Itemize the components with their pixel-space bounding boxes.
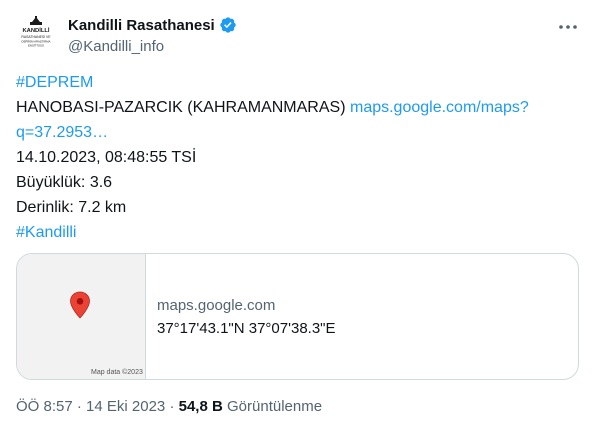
card-domain: maps.google.com: [157, 297, 276, 314]
maps-link-part1[interactable]: maps.google.com/maps?: [350, 99, 529, 116]
map-credit: Map data ©2023: [91, 369, 143, 376]
tweet-meta: ÖÖ 8:57 · 14 Eki 2023 · 54,8 B Görüntüle…: [16, 398, 322, 415]
avatar-line-2: RASATHANESİ VE: [21, 34, 51, 39]
meta-separator-2: ·: [169, 398, 175, 415]
view-count: 54,8 B: [178, 398, 223, 415]
display-name[interactable]: Kandilli Rasathanesi: [68, 17, 215, 34]
map-thumbnail[interactable]: Map data ©2023: [17, 254, 146, 379]
card-title: 37°17'43.1"N 37°07'38.3"E: [157, 320, 336, 337]
name-row: Kandilli Rasathanesi: [68, 16, 237, 34]
more-options-icon[interactable]: [557, 18, 579, 36]
link-preview-card[interactable]: Map data ©2023 maps.google.com 37°17'43.…: [16, 253, 579, 380]
map-pin-icon: [70, 291, 90, 319]
location-text: HANOBASI-PAZARCIK (KAHRAMANMARAS): [16, 99, 346, 116]
view-label: Görüntülenme: [227, 398, 323, 415]
post-time[interactable]: ÖÖ 8:57: [16, 398, 73, 415]
user-handle[interactable]: @Kandilli_info: [68, 38, 164, 55]
magnitude-text: Büyüklük: 3.6: [16, 174, 113, 191]
maps-link-part2[interactable]: q=37.2953…: [16, 124, 108, 141]
hashtag-kandilli[interactable]: #Kandilli: [16, 224, 76, 241]
depth-text: Derinlik: 7.2 km: [16, 199, 127, 216]
tweet-header: KANDİLLİ RASATHANESİ VE DEPREM ARAŞTIRMA…: [16, 10, 579, 60]
post-date[interactable]: 14 Eki 2023: [86, 398, 165, 415]
tweet-body: #DEPREM HANOBASI-PAZARCIK (KAHRAMANMARAS…: [16, 70, 576, 245]
avatar-line-1: KANDİLLİ: [22, 27, 49, 34]
avatar-line-4: ENSTİTÜSÜ: [28, 43, 44, 48]
datetime-text: 14.10.2023, 08:48:55 TSİ: [16, 149, 197, 166]
kandilli-logo-icon[interactable]: KANDİLLİ RASATHANESİ VE DEPREM ARAŞTIRMA…: [16, 14, 56, 54]
hashtag-deprem[interactable]: #DEPREM: [16, 74, 93, 91]
meta-separator: ·: [76, 398, 82, 415]
verified-badge-icon: [219, 16, 237, 34]
